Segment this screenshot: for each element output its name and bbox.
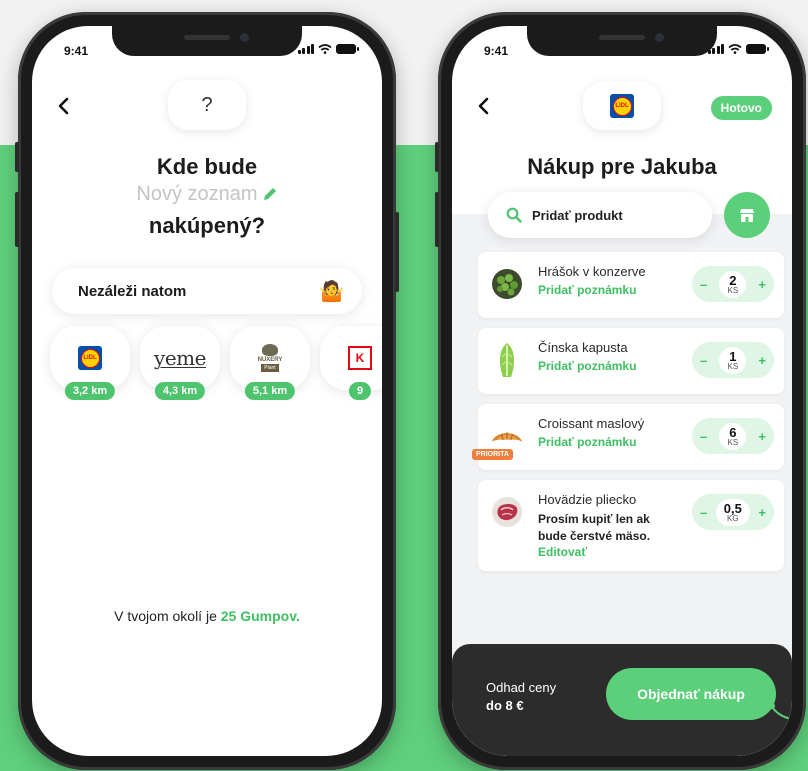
done-button[interactable]: Hotovo — [710, 96, 772, 120]
wifi-icon — [728, 44, 742, 54]
item-note: Prosím kupiť len ak bude čerstvé mäso. — [538, 512, 651, 543]
priority-badge: PRIORITA — [472, 449, 513, 460]
store-distance: 5,1 km — [244, 382, 296, 400]
price-estimate-label: Odhad ceny — [486, 680, 557, 695]
signal-icon — [297, 44, 314, 54]
list-item[interactable]: Čínska kapusta Pridať poznámku – 1 KS + — [478, 328, 784, 394]
signal-icon — [707, 44, 724, 54]
peas-icon — [490, 264, 524, 304]
question-mark: ? — [201, 93, 213, 116]
side-button — [15, 142, 19, 172]
screen-right: 9:41 LIDL Hotovo Nákup pre Jakuba Pridať… — [452, 26, 792, 756]
nuxery-logo-icon: NUXERY Plant — [258, 344, 282, 372]
lidl-logo-icon: LIDL — [78, 346, 102, 370]
store-distance: 9 — [348, 382, 372, 400]
quantity-value: 0,5 KG — [715, 498, 750, 526]
notch — [527, 26, 717, 56]
add-product-search[interactable]: Pridať produkt — [488, 192, 712, 238]
back-arrow-icon[interactable] — [474, 96, 494, 116]
lidl-logo-icon: LIDL — [610, 94, 634, 118]
order-button[interactable]: Objednať nákup — [606, 668, 776, 720]
page-title: Kde bude — [156, 154, 258, 179]
battery-icon — [336, 44, 359, 54]
side-button — [15, 192, 19, 247]
pencil-icon[interactable] — [262, 186, 278, 202]
side-button — [435, 192, 439, 247]
quantity-stepper: – 0,5 KG + — [692, 494, 774, 530]
store-list: LIDL 3,2 km yeme 4,3 km NUXERY Plant 5,1… — [50, 326, 382, 400]
decrement-button[interactable]: – — [700, 353, 707, 368]
quantity-stepper: – 6 KS + — [692, 418, 774, 454]
nearby-info-text: V tvojom okolí je — [114, 608, 221, 624]
list-name-text: Nový zoznam — [136, 183, 258, 205]
order-bar: Odhad ceny do 8 € Objednať nákup — [452, 644, 792, 756]
screen-left: 9:41 ? Kde bude Nový zoznam nakúpený? Ne… — [32, 26, 382, 756]
phone-left: 9:41 ? Kde bude Nový zoznam nakúpený? Ne… — [15, 12, 399, 770]
status-icons — [707, 44, 769, 54]
side-button — [395, 212, 399, 292]
wifi-icon — [318, 44, 332, 54]
list-item[interactable]: Hrášok v konzerve Pridať poznámku – 2 KS … — [478, 252, 784, 318]
increment-button[interactable]: + — [758, 429, 766, 444]
increment-button[interactable]: + — [758, 353, 766, 368]
back-arrow-icon[interactable] — [54, 96, 74, 116]
increment-button[interactable]: + — [758, 505, 766, 520]
decrement-button[interactable]: – — [700, 277, 707, 292]
store-distance: 4,3 km — [154, 382, 206, 400]
nearby-count: 25 Gumpov. — [220, 608, 300, 624]
edit-note-link[interactable]: Editovať — [538, 545, 774, 559]
any-store-label: Nezáleži natom — [78, 282, 187, 300]
store-card-yeme[interactable]: yeme 4,3 km — [140, 326, 220, 400]
status-icons — [297, 44, 359, 54]
kaufland-logo-icon: K — [348, 346, 372, 370]
store-card-nuxery[interactable]: NUXERY Plant 5,1 km — [230, 326, 310, 400]
status-time: 9:41 — [64, 44, 89, 58]
store-icon — [740, 209, 754, 222]
yeme-logo-icon: yeme — [154, 346, 206, 370]
side-button — [435, 142, 439, 172]
phone-right: 9:41 LIDL Hotovo Nákup pre Jakuba Pridať… — [435, 12, 806, 770]
quantity-stepper: – 2 KS + — [692, 266, 774, 302]
quantity-value: 1 KS — [719, 346, 747, 374]
beef-icon — [490, 492, 524, 532]
page-title-question: nakúpený? — [148, 213, 266, 238]
shopping-list: Hrášok v konzerve Pridať poznámku – 2 KS … — [472, 252, 784, 581]
notch — [112, 26, 302, 56]
store-button[interactable] — [724, 192, 770, 238]
nearby-info: V tvojom okolí je 25 Gumpov. — [32, 608, 382, 624]
cabbage-icon — [490, 340, 524, 380]
search-icon — [506, 207, 522, 223]
quantity-value: 2 KS — [719, 270, 747, 298]
store-card-lidl[interactable]: LIDL 3,2 km — [50, 326, 130, 400]
list-item[interactable]: Hovädzie pliecko Prosím kupiť len ak bud… — [478, 480, 784, 571]
price-estimate-value: do 8 € — [486, 698, 524, 713]
any-store-option[interactable]: Nezáleži natom 🤷 — [52, 268, 362, 314]
search-placeholder: Pridať produkt — [532, 207, 623, 223]
status-time: 9:41 — [484, 44, 509, 58]
store-card-kaufland[interactable]: K 9 — [320, 326, 382, 400]
unknown-store-pill[interactable]: ? — [168, 80, 246, 130]
selected-store-pill[interactable]: LIDL — [583, 82, 661, 130]
increment-button[interactable]: + — [758, 277, 766, 292]
battery-icon — [746, 44, 769, 54]
quantity-value: 6 KS — [719, 422, 747, 450]
list-item[interactable]: PRIORITA Croissant maslový Pridať poznám… — [472, 404, 784, 470]
decrement-button[interactable]: – — [700, 429, 707, 444]
shrug-icon: 🤷 — [319, 280, 344, 303]
quantity-stepper: – 1 KS + — [692, 342, 774, 378]
pointer-tail-icon — [769, 703, 792, 721]
list-name[interactable]: Nový zoznam — [32, 183, 382, 206]
store-distance: 3,2 km — [64, 382, 116, 400]
decrement-button[interactable]: – — [700, 505, 707, 520]
page-title: Nákup pre Jakuba — [527, 154, 717, 179]
